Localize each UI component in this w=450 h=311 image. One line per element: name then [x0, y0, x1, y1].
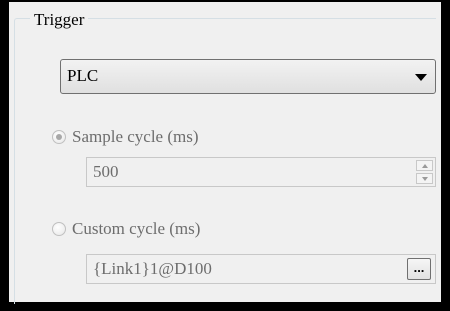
spin-up-button[interactable]	[416, 160, 433, 171]
sample-cycle-input[interactable]	[87, 158, 393, 186]
spin-down-button[interactable]	[416, 173, 433, 184]
custom-cycle-label: Custom cycle (ms)	[72, 219, 201, 238]
sample-cycle-spinner[interactable]	[416, 160, 433, 184]
trigger-select[interactable]: PLC	[60, 59, 436, 94]
spin-down-icon	[422, 177, 428, 181]
sample-cycle-label: Sample cycle (ms)	[72, 127, 199, 146]
custom-cycle-radio-indicator[interactable]	[52, 222, 66, 236]
sample-cycle-field[interactable]	[86, 157, 436, 187]
sample-cycle-radio-indicator[interactable]	[52, 130, 66, 144]
sample-cycle-radio[interactable]: Sample cycle (ms)	[52, 126, 199, 148]
custom-cycle-radio[interactable]: Custom cycle (ms)	[52, 218, 200, 240]
spin-up-icon	[422, 164, 428, 168]
custom-cycle-input[interactable]	[87, 255, 393, 283]
groupbox-title: Trigger	[30, 10, 89, 30]
browse-button[interactable]: ...	[407, 258, 431, 280]
custom-cycle-field[interactable]: ...	[86, 254, 436, 284]
trigger-select-value: PLC	[67, 66, 99, 85]
chevron-down-icon	[415, 74, 427, 81]
